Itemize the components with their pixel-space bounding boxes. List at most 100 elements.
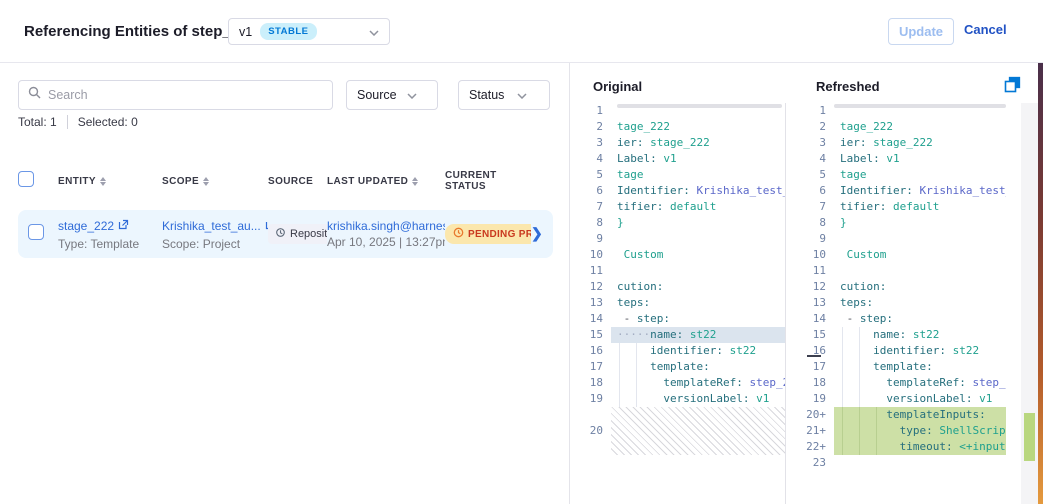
code-line: 7tifier: default xyxy=(786,199,1006,215)
column-header-source: SOURCE xyxy=(268,176,327,187)
code-line: 12cution: xyxy=(786,279,1006,295)
chevron-down-icon xyxy=(407,88,417,102)
code-line: 18 templateRef: step_222 xyxy=(786,375,1006,391)
code-line: 15 name: st22 xyxy=(786,327,1006,343)
horizontal-scrollbar-thumb[interactable] xyxy=(834,104,1006,108)
total-count: Total: 1 xyxy=(18,115,57,129)
source-badge: Repository xyxy=(268,224,327,244)
source-filter-dropdown[interactable]: Source xyxy=(346,80,438,110)
code-line: 16 identifier: st22 xyxy=(570,343,785,359)
chevron-down-icon xyxy=(517,88,527,102)
entities-list-panel: Source Status Total: 1 Selected: 0 ENTIT… xyxy=(0,63,569,504)
search-input[interactable] xyxy=(48,88,323,102)
row-checkbox[interactable] xyxy=(28,224,44,240)
table-row[interactable]: stage_222 Type: Template Krishika_test_a… xyxy=(18,210,553,258)
totals-bar: Total: 1 Selected: 0 xyxy=(18,115,138,129)
code-line: 11 xyxy=(786,263,1006,279)
code-line: 3ier: stage_222 xyxy=(786,135,1006,151)
code-line: 10 Custom xyxy=(786,247,1006,263)
status-filter-label: Status xyxy=(469,88,504,102)
original-code-editor[interactable]: 12tage_2223ier: stage_2224Label: v15tage… xyxy=(570,103,785,504)
refreshed-panel-title: Refreshed xyxy=(816,79,880,94)
code-line: 3ier: stage_222 xyxy=(570,135,785,151)
table-header: ENTITY SCOPE SOURCE LAST UPDATED CURRENT… xyxy=(18,170,553,192)
entity-type-label: Type: Template xyxy=(58,237,162,251)
updated-by-link[interactable]: krishika.singh@harnes... xyxy=(327,219,445,233)
status-badge: PENDING PR xyxy=(445,224,531,244)
code-line: 19 versionLabel: v1 xyxy=(786,391,1006,407)
cancel-button[interactable]: Cancel xyxy=(964,22,1007,37)
code-line: 19 versionLabel: v1 xyxy=(570,391,785,407)
selected-count: Selected: 0 xyxy=(78,115,138,129)
clock-icon xyxy=(453,227,464,241)
version-label: v1 xyxy=(239,25,252,39)
entity-link[interactable]: stage_222 xyxy=(58,219,114,233)
column-header-scope[interactable]: SCOPE xyxy=(162,176,268,187)
version-dropdown[interactable]: v1 STABLE xyxy=(228,18,390,45)
diff-sash-handle xyxy=(807,355,821,357)
code-line: 15·····name: st22 xyxy=(570,327,785,343)
code-line: 10 Custom xyxy=(570,247,785,263)
code-line: 13teps: xyxy=(570,295,785,311)
code-line: 9 xyxy=(570,231,785,247)
scope-link[interactable]: Krishika_test_au... xyxy=(162,219,261,233)
code-line: 9 xyxy=(786,231,1006,247)
diff-placeholder-row xyxy=(570,407,785,423)
search-box xyxy=(18,80,333,110)
column-header-last-updated[interactable]: LAST UPDATED xyxy=(327,176,445,187)
chevron-right-icon[interactable]: ❯ xyxy=(531,225,543,241)
select-all-checkbox[interactable] xyxy=(18,171,34,187)
code-line: 11 xyxy=(570,263,785,279)
code-line: 4Label: v1 xyxy=(570,151,785,167)
code-line: 14 - step: xyxy=(570,311,785,327)
scope-level-label: Scope: Project xyxy=(162,237,268,251)
code-line: 8} xyxy=(570,215,785,231)
code-line: 8} xyxy=(786,215,1006,231)
code-line: 5tage xyxy=(570,167,785,183)
sort-icon[interactable] xyxy=(100,177,106,186)
code-line: 23 xyxy=(786,455,1006,471)
code-line: 13teps: xyxy=(786,295,1006,311)
search-icon xyxy=(28,86,41,104)
code-line: 12cution: xyxy=(570,279,785,295)
code-line: 20+ templateInputs: xyxy=(786,407,1006,423)
code-line: 5tage xyxy=(786,167,1006,183)
code-line: 21+ type: ShellScript xyxy=(786,423,1006,439)
code-line: 2tage_222 xyxy=(570,119,785,135)
stable-badge: STABLE xyxy=(260,23,316,40)
chevron-down-icon xyxy=(369,23,379,41)
code-line: 14 - step: xyxy=(786,311,1006,327)
code-line: 20 xyxy=(570,423,785,439)
code-line: 7tifier: default xyxy=(570,199,785,215)
code-line: 22+ timeout: <+input> xyxy=(786,439,1006,455)
code-line: 2tage_222 xyxy=(786,119,1006,135)
sort-icon[interactable] xyxy=(203,177,209,186)
divider xyxy=(67,115,68,129)
external-link-icon[interactable] xyxy=(118,217,129,235)
code-line: 18 templateRef: step_222 xyxy=(570,375,785,391)
sort-icon[interactable] xyxy=(412,177,418,186)
column-header-entity[interactable]: ENTITY xyxy=(58,176,162,187)
status-filter-dropdown[interactable]: Status xyxy=(458,80,550,110)
code-line: 6Identifier: Krishika_test_aut xyxy=(786,183,1006,199)
referencing-entities-dialog: Referencing Entities of step_222 v1 STAB… xyxy=(0,0,1043,504)
horizontal-scrollbar-thumb[interactable] xyxy=(617,104,782,108)
updated-at-label: Apr 10, 2025 | 13:27pm xyxy=(327,235,445,249)
code-line: 6Identifier: Krishika_test_aut xyxy=(570,183,785,199)
page-title: Referencing Entities of step_222 xyxy=(24,23,256,40)
repository-icon xyxy=(275,227,286,241)
update-button[interactable]: Update xyxy=(888,18,954,45)
code-line: 17 template: xyxy=(786,359,1006,375)
column-header-current-status: CURRENT STATUS xyxy=(445,170,531,192)
diff-viewer-panel: Original Refreshed 12tage_2223ier: stage… xyxy=(569,63,1043,504)
diff-scrollbar-track[interactable] xyxy=(1021,103,1038,504)
window-edge-strip xyxy=(1038,63,1043,504)
copy-icon[interactable] xyxy=(1002,76,1022,96)
original-panel-title: Original xyxy=(593,79,642,94)
refreshed-code-editor[interactable]: 12tage_2223ier: stage_2224Label: v15tage… xyxy=(785,103,1006,504)
code-line: 4Label: v1 xyxy=(786,151,1006,167)
source-filter-label: Source xyxy=(357,88,397,102)
code-line: 17 template: xyxy=(570,359,785,375)
dialog-header: Referencing Entities of step_222 v1 STAB… xyxy=(0,0,1043,63)
added-lines-overview-marker xyxy=(1024,413,1035,461)
